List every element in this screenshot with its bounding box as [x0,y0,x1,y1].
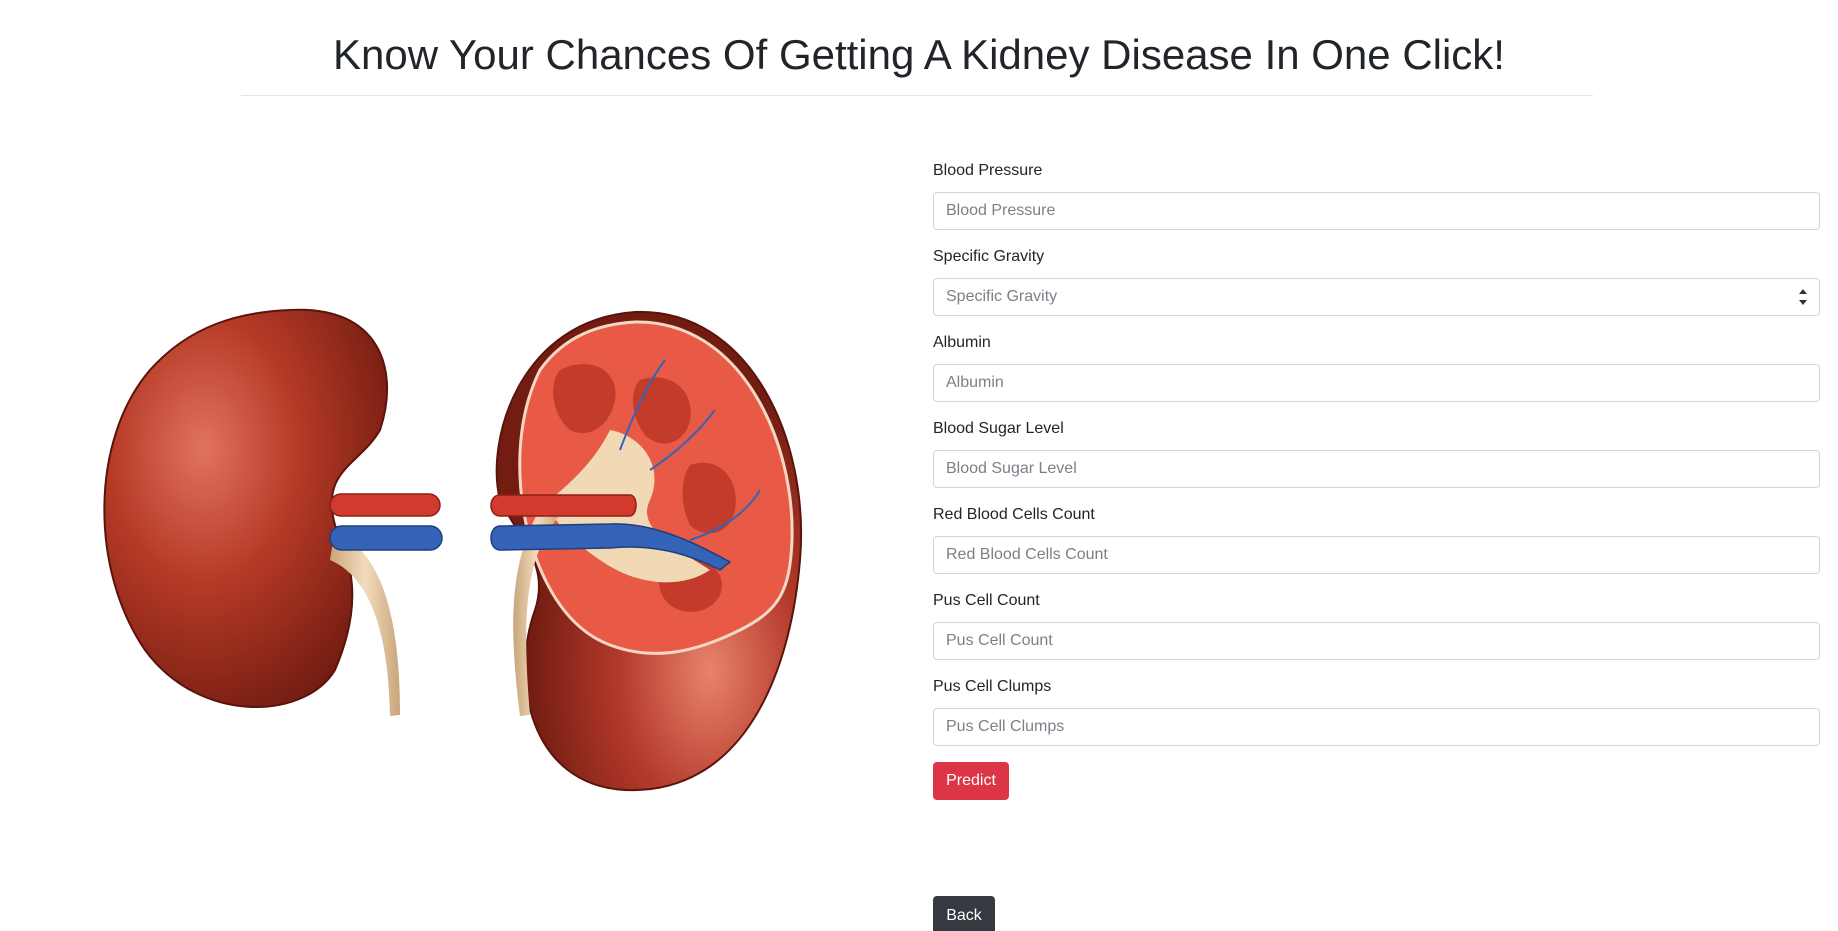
blood-pressure-input[interactable] [933,192,1820,230]
rbc-count-field: Red Blood Cells Count [933,504,1820,590]
pus-cell-count-input[interactable] [933,622,1820,660]
predict-button[interactable]: Predict [933,762,1009,800]
blood-sugar-field: Blood Sugar Level [933,418,1820,504]
page-title: Know Your Chances Of Getting A Kidney Di… [333,31,1505,78]
albumin-label: Albumin [933,334,991,351]
left-artery [329,493,441,517]
albumin-input[interactable] [933,364,1820,402]
spinner-icon[interactable] [1798,289,1808,305]
rbc-count-label: Red Blood Cells Count [933,506,1095,523]
chevron-up-icon[interactable] [1799,289,1807,294]
title-divider [241,95,1593,96]
back-button[interactable]: Back [933,896,995,931]
specific-gravity-label: Specific Gravity [933,248,1045,265]
left-vein [329,525,443,551]
specific-gravity-stepper [933,278,1820,316]
pus-cell-clumps-field: Pus Cell Clumps [933,676,1820,762]
pus-cell-count-field: Pus Cell Count [933,590,1820,676]
albumin-field: Albumin [933,332,1820,418]
prediction-form: Blood Pressure Specific Gravity Albumin … [933,160,1820,762]
specific-gravity-field: Specific Gravity [933,246,1820,332]
blood-sugar-input[interactable] [933,450,1820,488]
blood-pressure-label: Blood Pressure [933,162,1043,179]
chevron-down-icon[interactable] [1799,300,1807,305]
right-artery [490,494,637,517]
rbc-count-input[interactable] [933,536,1820,574]
kidney-illustration [103,308,802,792]
pus-cell-count-label: Pus Cell Count [933,592,1040,609]
pus-cell-clumps-label: Pus Cell Clumps [933,678,1052,695]
pus-cell-clumps-input[interactable] [933,708,1820,746]
blood-pressure-field: Blood Pressure [933,160,1820,246]
specific-gravity-input[interactable] [933,278,1820,316]
blood-sugar-label: Blood Sugar Level [933,420,1064,437]
